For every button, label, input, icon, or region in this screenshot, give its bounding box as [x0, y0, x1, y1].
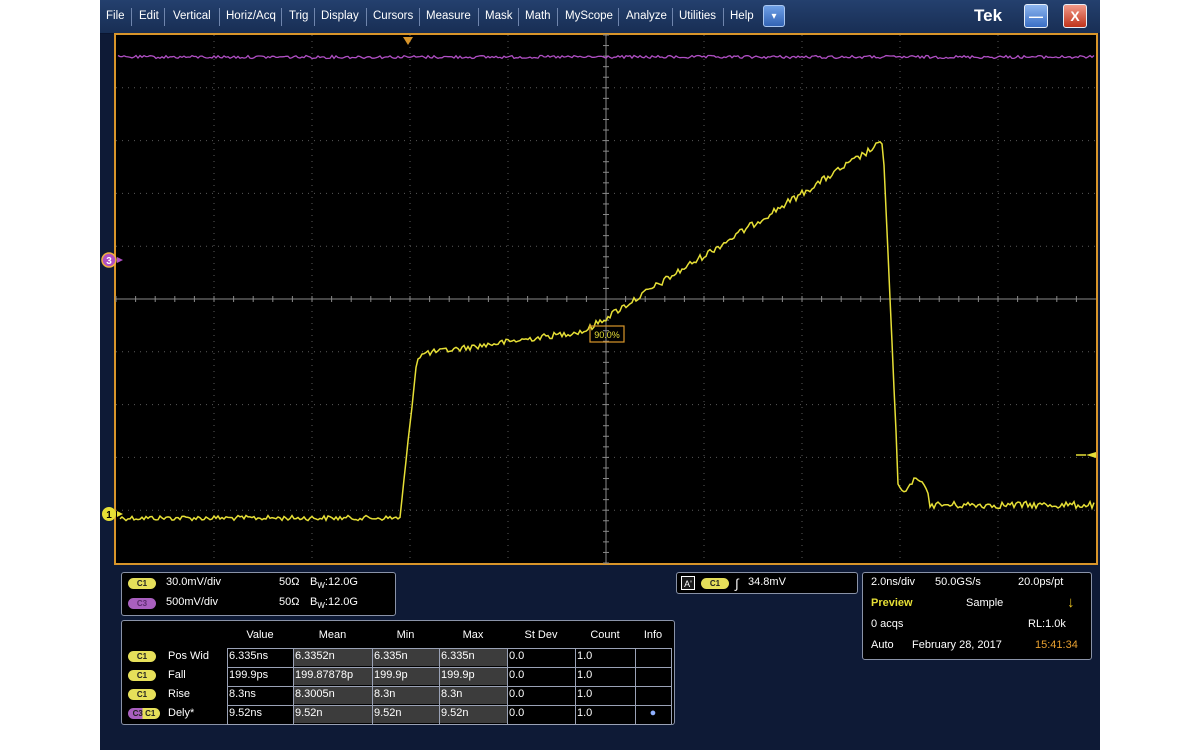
channel-3-marker-arrow — [117, 257, 123, 263]
measurement-name[interactable]: Pos Wid — [168, 650, 209, 662]
measurement-cell-min: 8.3n — [372, 686, 439, 704]
measurement-name[interactable]: Fall — [168, 669, 186, 681]
waveform-overlay: 90.0% 3 1 — [101, 34, 1096, 564]
measurement-cell-count: 1.0 — [577, 707, 593, 719]
column-header-info: Info — [643, 629, 663, 641]
measurement-cell-count: 1.0 — [577, 688, 593, 700]
acquisition-date: February 28, 2017 — [912, 639, 1002, 651]
measurement-cell-min: 9.52n — [372, 705, 439, 723]
channel-1-badge[interactable]: C1 — [128, 578, 156, 589]
acquisition-status: Preview — [871, 597, 913, 609]
table-gridline — [227, 648, 671, 649]
column-header-mean: Mean — [318, 629, 347, 641]
measurement-cell-stdev: 0.0 — [509, 650, 525, 662]
measurement-info-cell[interactable] — [635, 686, 671, 704]
table-gridline — [227, 705, 671, 706]
measurement-source-badge: C1 — [128, 689, 156, 700]
trigger-mode: Auto — [871, 639, 894, 651]
graticule-grid — [115, 34, 1096, 564]
column-header-count: Count — [590, 629, 620, 641]
channel-1-scale[interactable]: 30.0mV/div — [166, 576, 221, 588]
rising-edge-icon: ∫ — [735, 576, 739, 591]
measurement-name[interactable]: Rise — [168, 688, 190, 700]
channel-3-impedance: 50Ω — [279, 596, 300, 608]
measurement-cell-value: 6.335ns — [229, 650, 269, 662]
measurement-info-cell[interactable] — [635, 667, 671, 685]
channel-3-marker-label: 3 — [106, 256, 112, 267]
acquisition-indicator-icon: ↓ — [1067, 594, 1075, 611]
measurement-info-cell[interactable]: ● — [635, 705, 671, 723]
channel-3-scale[interactable]: 500mV/div — [166, 596, 218, 608]
acquisition-time: 15:41:34 — [1035, 639, 1078, 651]
acquisition-panel[interactable]: 2.0ns/div 50.0GS/s 20.0ps/pt Preview Sam… — [862, 572, 1092, 660]
trigger-position-marker[interactable] — [403, 37, 413, 45]
measurement-info-cell[interactable] — [635, 648, 671, 666]
measurement-cell-stdev: 0.0 — [509, 669, 525, 681]
channel-3-bandwidth: BW:12.0G — [310, 596, 358, 611]
measurement-source-badge: C3 C1 — [128, 708, 160, 719]
sample-rate: 50.0GS/s — [935, 576, 981, 588]
table-gridline — [671, 648, 672, 724]
measurement-name[interactable]: Dely* — [168, 707, 194, 719]
measurement-cell-value: 8.3ns — [229, 688, 256, 700]
measurement-cell-stdev: 0.0 — [509, 707, 525, 719]
reference-level-label: 90.0% — [594, 330, 620, 340]
measurement-cell-min: 199.9p — [372, 667, 439, 685]
column-header-value: Value — [246, 629, 274, 641]
measurement-cell-value: 9.52ns — [229, 707, 263, 719]
measurement-table[interactable]: Value Mean Min Max St Dev Count Info C1 P… — [121, 620, 675, 725]
measurement-cell-count: 1.0 — [577, 650, 593, 662]
measurement-cell-stdev: 0.0 — [509, 688, 525, 700]
time-resolution: 20.0ps/pt — [1018, 576, 1064, 588]
trigger-level: 34.8mV — [748, 576, 786, 588]
measurement-cell-max: 9.52n — [439, 705, 507, 723]
measurement-source-badge: C1 — [128, 670, 156, 681]
measurement-cell-max: 8.3n — [439, 686, 507, 704]
measurement-cell-max: 199.9p — [439, 667, 507, 685]
measurement-cell-mean: 199.87878p — [293, 667, 372, 685]
measurement-cell-min: 6.335n — [372, 648, 439, 666]
measurement-cell-mean: 6.3352n — [293, 648, 372, 666]
record-length: RL:1.0k — [1028, 618, 1066, 630]
measurement-source-badge: C1 — [128, 651, 156, 662]
channel-1-marker-arrow — [117, 511, 123, 517]
channel-1-marker-label: 1 — [106, 510, 112, 521]
column-header-stdev: St Dev — [524, 629, 558, 641]
measurement-cell-max: 6.335n — [439, 648, 507, 666]
measurement-cell-count: 1.0 — [577, 669, 593, 681]
table-gridline — [227, 667, 671, 668]
channel-1-impedance: 50Ω — [279, 576, 300, 588]
trigger-source-badge: C1 — [701, 578, 729, 589]
acquisition-count: 0 acqs — [871, 618, 904, 630]
measurement-cell-value: 199.9ps — [229, 669, 269, 681]
measurement-cell-mean: 9.52n — [293, 705, 372, 723]
table-gridline — [227, 724, 671, 725]
column-header-min: Min — [396, 629, 415, 641]
oscilloscope-app-window: File Edit Vertical Horiz/Acq Trig Displa… — [100, 0, 1100, 750]
trigger-level-marker[interactable] — [1086, 452, 1096, 458]
channel-1-bandwidth: BW:12.0G — [310, 576, 358, 591]
time-per-division: 2.0ns/div — [871, 576, 916, 588]
table-gridline — [227, 686, 671, 687]
channel-3-badge[interactable]: C3 — [128, 598, 156, 609]
channel-settings-panel[interactable]: C1 30.0mV/div 50Ω BW:12.0G C3 500mV/div … — [121, 572, 396, 616]
trigger-panel[interactable]: A' C1 ∫ 34.8mV — [676, 572, 858, 594]
trigger-mode-badge: A' — [681, 576, 695, 590]
measurement-cell-mean: 8.3005n — [293, 686, 372, 704]
column-header-max: Max — [462, 629, 484, 641]
acquisition-mode: Sample — [966, 597, 1004, 609]
